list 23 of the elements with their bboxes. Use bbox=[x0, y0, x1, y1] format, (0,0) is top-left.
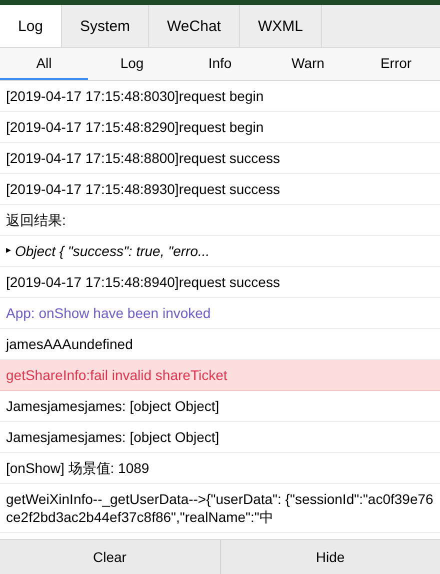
filter-tab[interactable]: Log bbox=[88, 48, 176, 80]
log-entry: [2019-04-17 17:15:48:8800]request success bbox=[0, 143, 440, 174]
object-log-entry: Object { "success": true, "erro... bbox=[15, 242, 210, 260]
filter-tab[interactable]: All bbox=[0, 48, 88, 80]
log-entry: [onShow] 场景值: 1089 bbox=[0, 453, 440, 484]
log-row[interactable]: ▸ Object { "success": true, "erro... bbox=[0, 236, 440, 267]
log-entry: [2019-04-17 17:15:48:8290]request begin bbox=[0, 112, 440, 143]
log-entry: Jamesjamesjames: [object Object] bbox=[0, 422, 440, 453]
log-entry: [2019-04-17 17:15:48:8030]request begin bbox=[0, 81, 440, 112]
log-entry: Jamesjamesjames: [object Object] bbox=[0, 391, 440, 422]
filter-tab[interactable]: Error bbox=[352, 48, 440, 80]
filter-tab[interactable]: Warn bbox=[264, 48, 352, 80]
info-log-entry: App: onShow have been invoked bbox=[0, 298, 440, 329]
log-entry: [2019-04-17 17:15:48:8940]request success bbox=[0, 267, 440, 298]
footer-button[interactable]: Clear bbox=[0, 540, 220, 574]
log-entry: 返回结果: bbox=[0, 205, 440, 236]
expand-toggle[interactable]: ▸ bbox=[6, 242, 11, 260]
error-log-entry: getShareInfo:fail invalid shareTicket bbox=[0, 360, 440, 391]
log-entry: getWeiXinInfo--_getUserData-->{"userData": {"sessionId":"ac0f39e76ce2f2bd3ac2b44ef37c8f86","realName":"中 bbox=[0, 484, 440, 533]
log-entry: [2019-04-17 17:15:48:8930]request success bbox=[0, 174, 440, 205]
tab[interactable]: Log bbox=[0, 5, 62, 47]
footer-button[interactable]: Hide bbox=[220, 540, 440, 574]
filter-tab[interactable]: Info bbox=[176, 48, 264, 80]
